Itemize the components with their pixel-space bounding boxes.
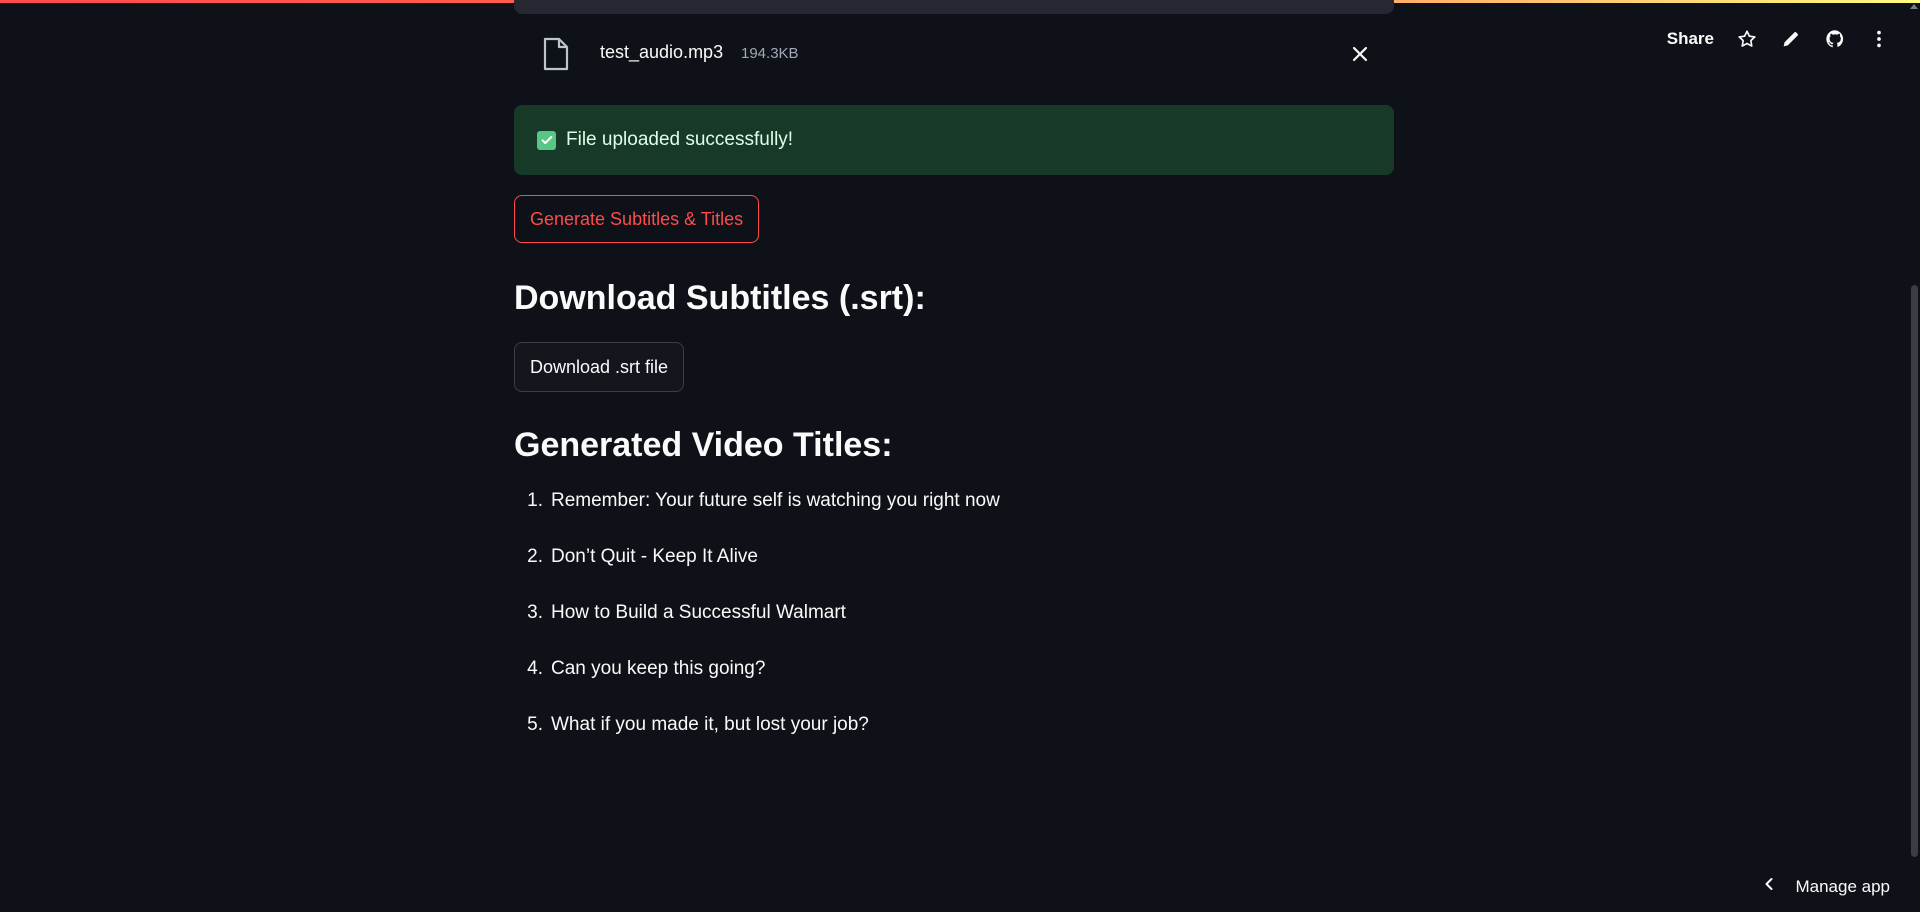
manage-app-button[interactable]: Manage app bbox=[1761, 876, 1890, 897]
close-icon[interactable] bbox=[1348, 42, 1372, 66]
list-item: 2 Don’t Quit - Keep It Alive bbox=[514, 546, 1000, 602]
scrollbar-thumb[interactable] bbox=[1911, 285, 1918, 857]
uploaded-file-row: test_audio.mp3 194.3KB bbox=[514, 34, 1394, 74]
manage-app-label: Manage app bbox=[1795, 876, 1890, 896]
list-item-text: What if you made it, but lost your job? bbox=[551, 714, 869, 735]
list-item: 5 What if you made it, but lost your job… bbox=[514, 714, 1000, 770]
more-vertical-icon[interactable] bbox=[1868, 28, 1890, 50]
file-uploader-dropzone[interactable] bbox=[514, 0, 1394, 14]
success-message: File uploaded successfully! bbox=[566, 129, 794, 150]
list-item: 1 Remember: Your future self is watching… bbox=[514, 490, 1000, 546]
file-size: 194.3KB bbox=[741, 45, 799, 62]
file-icon bbox=[542, 37, 570, 71]
list-item-text: Don’t Quit - Keep It Alive bbox=[551, 546, 758, 567]
generated-titles-heading: Generated Video Titles: bbox=[514, 426, 893, 464]
scrollbar[interactable] bbox=[1910, 0, 1920, 912]
list-item: 4 Can you keep this going? bbox=[514, 658, 1000, 714]
check-mark-icon bbox=[537, 130, 556, 150]
generate-subtitles-button[interactable]: Generate Subtitles & Titles bbox=[514, 195, 760, 243]
download-subtitles-heading: Download Subtitles (.srt): bbox=[514, 279, 926, 317]
scroll-up-arrow-icon[interactable] bbox=[1910, 4, 1918, 9]
list-item-number: 4 bbox=[514, 658, 543, 714]
share-button[interactable]: Share bbox=[1667, 29, 1714, 49]
titles-list: 1 Remember: Your future self is watching… bbox=[514, 490, 1000, 770]
success-alert: File uploaded successfully! bbox=[514, 105, 1394, 175]
github-icon[interactable] bbox=[1824, 28, 1846, 50]
download-srt-button[interactable]: Download .srt file bbox=[514, 342, 685, 392]
app-toolbar: Share bbox=[1667, 24, 1890, 54]
list-item-number: 3 bbox=[514, 602, 543, 658]
list-item-text: How to Build a Successful Walmart bbox=[551, 602, 846, 623]
list-item-text: Can you keep this going? bbox=[551, 658, 766, 679]
list-item-number: 5 bbox=[514, 714, 543, 770]
file-name: test_audio.mp3 bbox=[600, 42, 724, 62]
list-item: 3 How to Build a Successful Walmart bbox=[514, 602, 1000, 658]
list-item-text: Remember: Your future self is watching y… bbox=[551, 490, 1000, 511]
list-item-number: 1 bbox=[514, 490, 543, 546]
pencil-icon[interactable] bbox=[1780, 28, 1802, 50]
chevron-left-icon bbox=[1761, 876, 1777, 897]
list-item-number: 2 bbox=[514, 546, 543, 602]
star-icon[interactable] bbox=[1736, 28, 1758, 50]
